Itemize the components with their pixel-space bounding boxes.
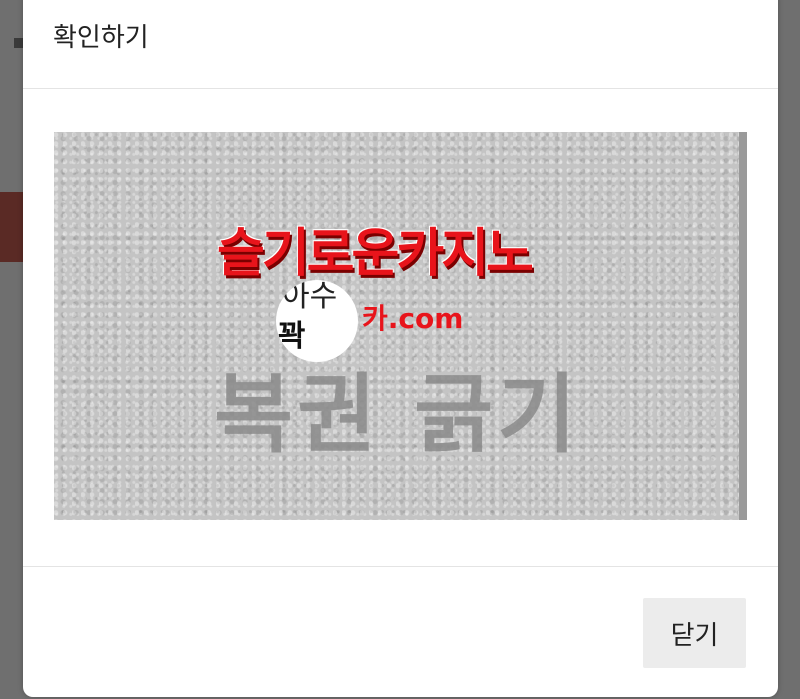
ad-circle-text-bottom: 꽉 — [278, 319, 306, 354]
dialog-header: 확인하기 — [23, 0, 778, 89]
close-button[interactable]: 닫기 — [643, 598, 746, 668]
ad-circle-badge: 아수 꽉 — [276, 280, 358, 362]
captcha-edge — [739, 132, 747, 520]
ad-circle-text-top: 아수 — [282, 280, 338, 314]
backdrop-page-banner — [0, 192, 24, 262]
ad-domain-text: 카.com — [362, 302, 464, 335]
captcha-text: 복권 긁기 — [214, 365, 581, 465]
ad-logo-text: 슬기로운카지노 — [217, 224, 534, 284]
captcha-image: 슬기로운카지노 아수 꽉 카.com 복권 긁기 — [54, 132, 747, 520]
confirm-dialog: 확인하기 슬기로운카지노 아수 꽉 카.com 복권 긁기 닫기 — [23, 0, 778, 697]
dialog-title: 확인하기 — [53, 23, 149, 53]
dialog-footer: 닫기 — [23, 566, 778, 698]
